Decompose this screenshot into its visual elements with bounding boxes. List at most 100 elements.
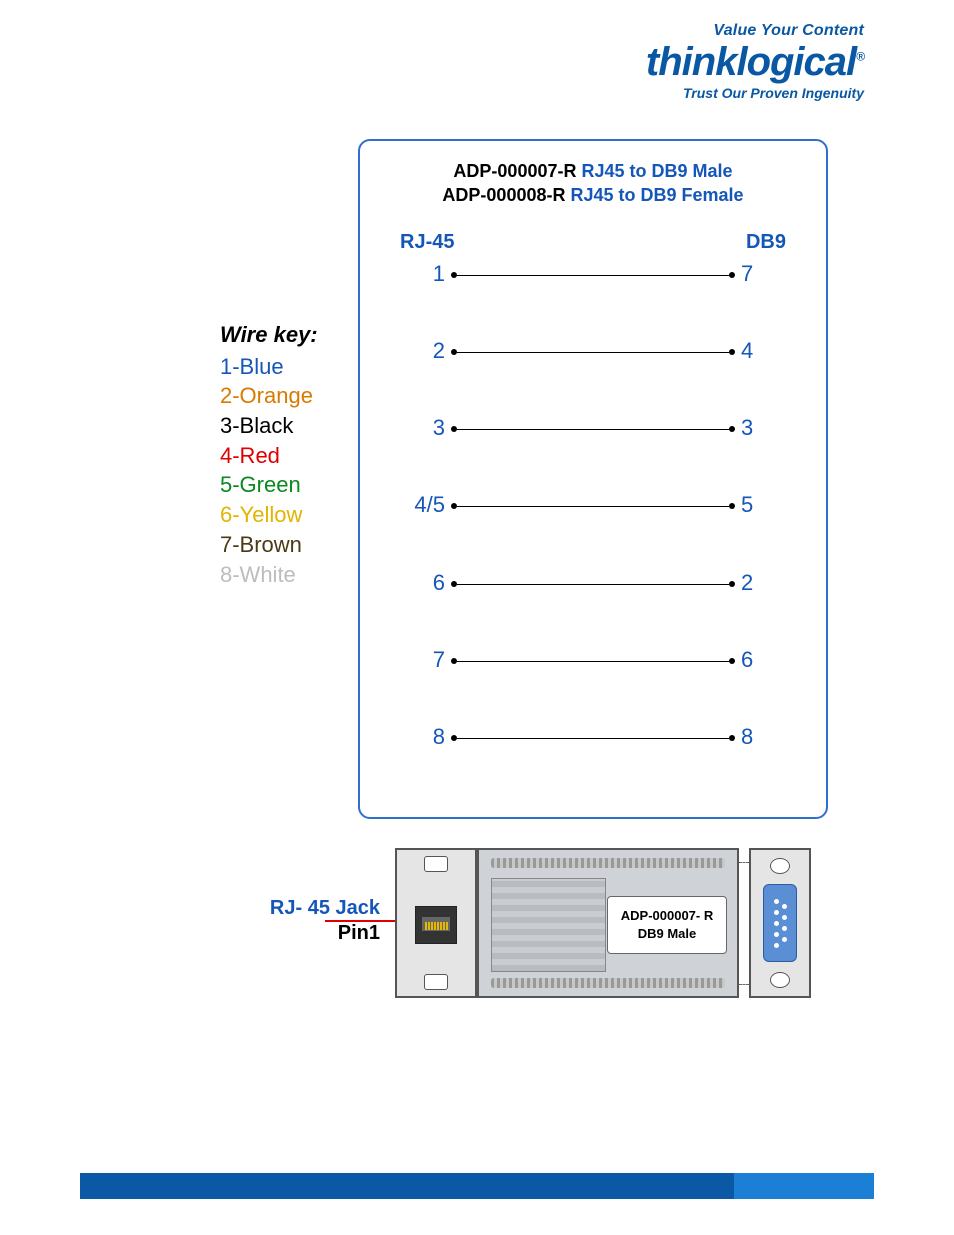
pin-right-value: 4	[741, 338, 791, 364]
pin-mapping-line	[457, 661, 729, 662]
wire-key-legend: Wire key: 1-Blue2-Orange3-Black4-Red5-Gr…	[220, 320, 318, 589]
wire-key-title: Wire key:	[220, 320, 318, 350]
screw-icon	[770, 972, 790, 988]
pin-left-value: 2	[395, 338, 445, 364]
pin-left-value: 7	[395, 647, 445, 673]
page: Value Your Content thinklogical® Trust O…	[0, 0, 954, 1235]
pin-mapping-area: 1724334/55627688	[385, 261, 801, 799]
brand-logo-block: Value Your Content thinklogical® Trust O…	[646, 22, 864, 101]
pin-left-value: 6	[395, 570, 445, 596]
rj45-pin-icon	[428, 922, 430, 930]
pin-right-value: 8	[741, 724, 791, 750]
pin-mapping-row: 33	[385, 415, 801, 445]
db9-pin-icon	[782, 937, 787, 942]
pinout-diagram-box: ADP-000007-R RJ45 to DB9 Male ADP-000008…	[358, 139, 828, 819]
title-1-partnum: ADP-000007-R	[453, 161, 576, 181]
title-1-desc: RJ45 to DB9 Male	[582, 161, 733, 181]
connector-break-line	[739, 984, 749, 985]
rj45-pin-icon	[431, 922, 433, 930]
logo-brand: thinklogical®	[646, 40, 864, 85]
connector-break-line	[739, 862, 749, 863]
pin-mapping-row: 4/5 5	[385, 492, 801, 522]
adapter-grille	[491, 878, 606, 972]
screw-icon	[770, 858, 790, 874]
wire-key-item: 5-Green	[220, 470, 318, 500]
registered-icon: ®	[856, 50, 864, 64]
db9-pin-icon	[782, 915, 787, 920]
footer-bar-accent	[734, 1173, 874, 1199]
pin-right-value: 2	[741, 570, 791, 596]
adapter-body: ADP-000007- R DB9 Male	[477, 848, 739, 998]
pin-mapping-line	[457, 506, 729, 507]
adapter-body-label: ADP-000007- R DB9 Male	[607, 896, 727, 954]
rj45-pin-icon	[425, 922, 427, 930]
pin-mapping-row: 62	[385, 570, 801, 600]
rj45-port	[415, 906, 457, 944]
rj45-pin-icon	[443, 922, 445, 930]
wire-key-item: 7-Brown	[220, 530, 318, 560]
dot-icon	[729, 658, 735, 664]
pin-mapping-line	[457, 738, 729, 739]
pin-right-value: 3	[741, 415, 791, 441]
title-2-desc: RJ45 to DB9 Female	[571, 185, 744, 205]
db9-connector-block	[749, 848, 811, 998]
pin-right-value: 7	[741, 261, 791, 287]
db9-pin-icon	[774, 899, 779, 904]
column-header-db9: DB9	[746, 231, 786, 254]
rj45-port-opening	[422, 917, 450, 931]
pin-left-value: 3	[395, 415, 445, 441]
wire-key-item: 8-White	[220, 560, 318, 590]
adapter-body-label-line1: ADP-000007- R	[608, 907, 726, 925]
adapter-top-rail	[491, 858, 725, 868]
title-2-partnum: ADP-000008-R	[442, 185, 565, 205]
dot-icon	[729, 581, 735, 587]
rj45-pin-icon	[440, 922, 442, 930]
pin-right-value: 5	[741, 492, 791, 518]
rj45-jack-block	[395, 848, 477, 998]
pin-mapping-line	[457, 584, 729, 585]
dot-icon	[729, 349, 735, 355]
rj45-pin-icon	[434, 922, 436, 930]
wire-key-item: 6-Yellow	[220, 500, 318, 530]
dot-icon	[729, 272, 735, 278]
pin-left-value: 1	[395, 261, 445, 287]
db9-shell	[763, 884, 797, 962]
adapter-bottom-rail	[491, 978, 725, 988]
db9-pin-icon	[774, 932, 779, 937]
pin-mapping-line	[457, 275, 729, 276]
logo-tagline-bottom: Trust Our Proven Ingenuity	[646, 85, 864, 101]
pin-mapping-row: 17	[385, 261, 801, 291]
adapter-illustration: ADP-000007- R DB9 Male	[395, 848, 835, 998]
dot-icon	[729, 503, 735, 509]
pin-right-value: 6	[741, 647, 791, 673]
pin-mapping-line	[457, 429, 729, 430]
db9-pin-icon	[782, 926, 787, 931]
pin-mapping-row: 24	[385, 338, 801, 368]
pin-mapping-row: 76	[385, 647, 801, 677]
screw-icon	[424, 856, 448, 872]
pin1-text: Pin1	[338, 922, 380, 944]
dot-icon	[729, 735, 735, 741]
logo-tagline-top: Value Your Content	[646, 22, 864, 40]
db9-pin-icon	[774, 943, 779, 948]
pin-left-value: 4/5	[395, 492, 445, 518]
db9-pin-icon	[782, 904, 787, 909]
wire-key-item: 1-Blue	[220, 352, 318, 382]
wire-key-item: 3-Black	[220, 411, 318, 441]
logo-brand-text: thinklogical	[646, 40, 856, 84]
db9-pin-icon	[774, 910, 779, 915]
rj45-pin-icon	[437, 922, 439, 930]
pin1-rj45-text: RJ- 45 Jack	[270, 897, 380, 919]
pin-left-value: 8	[395, 724, 445, 750]
diagram-titles: ADP-000007-R RJ45 to DB9 Male ADP-000008…	[360, 159, 826, 208]
db9-pin-icon	[774, 921, 779, 926]
pin-mapping-row: 88	[385, 724, 801, 754]
screw-icon	[424, 974, 448, 990]
wire-key-item: 2-Orange	[220, 381, 318, 411]
pin-mapping-line	[457, 352, 729, 353]
dot-icon	[729, 426, 735, 432]
wire-key-item: 4-Red	[220, 441, 318, 471]
column-header-rj45: RJ-45	[400, 231, 454, 254]
adapter-body-label-line2: DB9 Male	[608, 925, 726, 943]
rj45-pin-icon	[446, 922, 448, 930]
